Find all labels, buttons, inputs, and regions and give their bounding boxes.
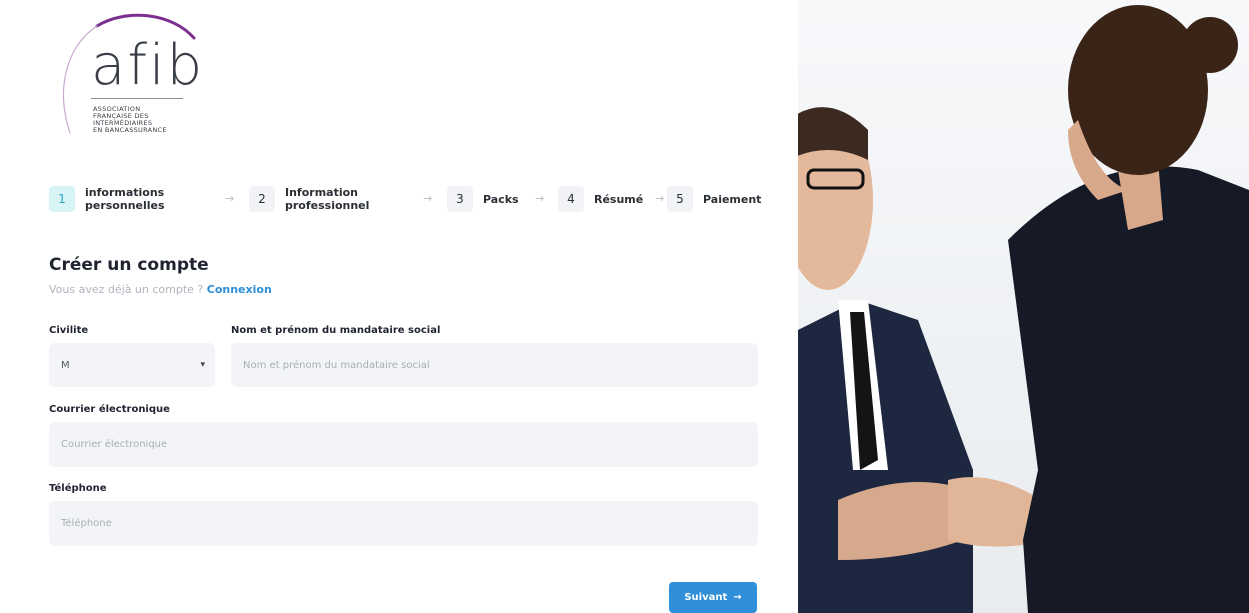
step-number-badge: 2: [249, 186, 275, 212]
step-label: Paiement: [703, 192, 762, 206]
step-label: Information professionnel: [285, 186, 369, 212]
step-number-badge: 3: [447, 186, 473, 212]
step-label-line: professionnel: [285, 199, 370, 212]
login-prompt: Vous avez déjà un compte ? Connexion: [49, 283, 272, 296]
phone-input[interactable]: Téléphone: [49, 501, 758, 546]
email-input[interactable]: Courrier électronique: [49, 422, 758, 467]
step-personal-info[interactable]: 1 informations personnelles: [49, 186, 165, 212]
step-professional-info[interactable]: 2 Information professionnel: [249, 186, 369, 212]
email-label: Courrier électronique: [49, 404, 170, 415]
step-number-badge: 1: [49, 186, 75, 212]
civility-selected-value: M: [61, 359, 70, 371]
step-summary[interactable]: 4 Résumé: [558, 186, 643, 212]
handshake-illustration: [798, 0, 1249, 613]
civility-select[interactable]: M ▾: [49, 343, 215, 387]
step-packs[interactable]: 3 Packs: [447, 186, 519, 212]
step-label: Résumé: [594, 192, 644, 206]
next-button[interactable]: Suivant →: [669, 582, 757, 613]
phone-label: Téléphone: [49, 483, 107, 494]
step-arrow-icon: →: [655, 192, 665, 205]
step-label-line: informations: [85, 186, 165, 199]
step-label: informations personnelles: [85, 186, 165, 212]
step-label-line: personnelles: [85, 199, 165, 212]
logo-wordmark: afib: [91, 33, 205, 98]
step-arrow-icon: →: [535, 192, 545, 205]
next-button-label: Suivant: [684, 592, 728, 603]
chevron-down-icon: ▾: [200, 360, 205, 370]
login-prompt-text: Vous avez déjà un compte ?: [49, 283, 204, 296]
step-number-badge: 5: [667, 186, 693, 212]
step-payment[interactable]: 5 Paiement: [667, 186, 761, 212]
step-label: Packs: [483, 192, 519, 206]
page-title: Créer un compte: [49, 255, 209, 275]
civility-label: Civilite: [49, 325, 89, 336]
handshake-photo-image: [798, 5, 1249, 613]
logo-divider: [91, 98, 183, 99]
arrow-right-icon: →: [733, 592, 742, 603]
logo-tagline: ASSOCIATION FRANÇAISE DES INTERMÉDIAIRES…: [93, 106, 213, 134]
stepper: 1 informations personnelles → 2 Informat…: [49, 186, 761, 218]
login-link[interactable]: Connexion: [207, 283, 272, 296]
step-label-line: Information: [285, 186, 358, 199]
step-arrow-icon: →: [225, 192, 235, 205]
step-arrow-icon: →: [423, 192, 433, 205]
registration-panel: afib ASSOCIATION FRANÇAISE DES INTERMÉDI…: [0, 0, 798, 613]
step-number-badge: 4: [558, 186, 584, 212]
mandataire-input[interactable]: Nom et prénom du mandataire social: [231, 343, 758, 387]
afib-logo: afib ASSOCIATION FRANÇAISE DES INTERMÉDI…: [52, 8, 212, 143]
mandataire-label: Nom et prénom du mandataire social: [231, 325, 441, 336]
logo-tagline-line: EN BANCASSURANCE: [93, 126, 167, 134]
